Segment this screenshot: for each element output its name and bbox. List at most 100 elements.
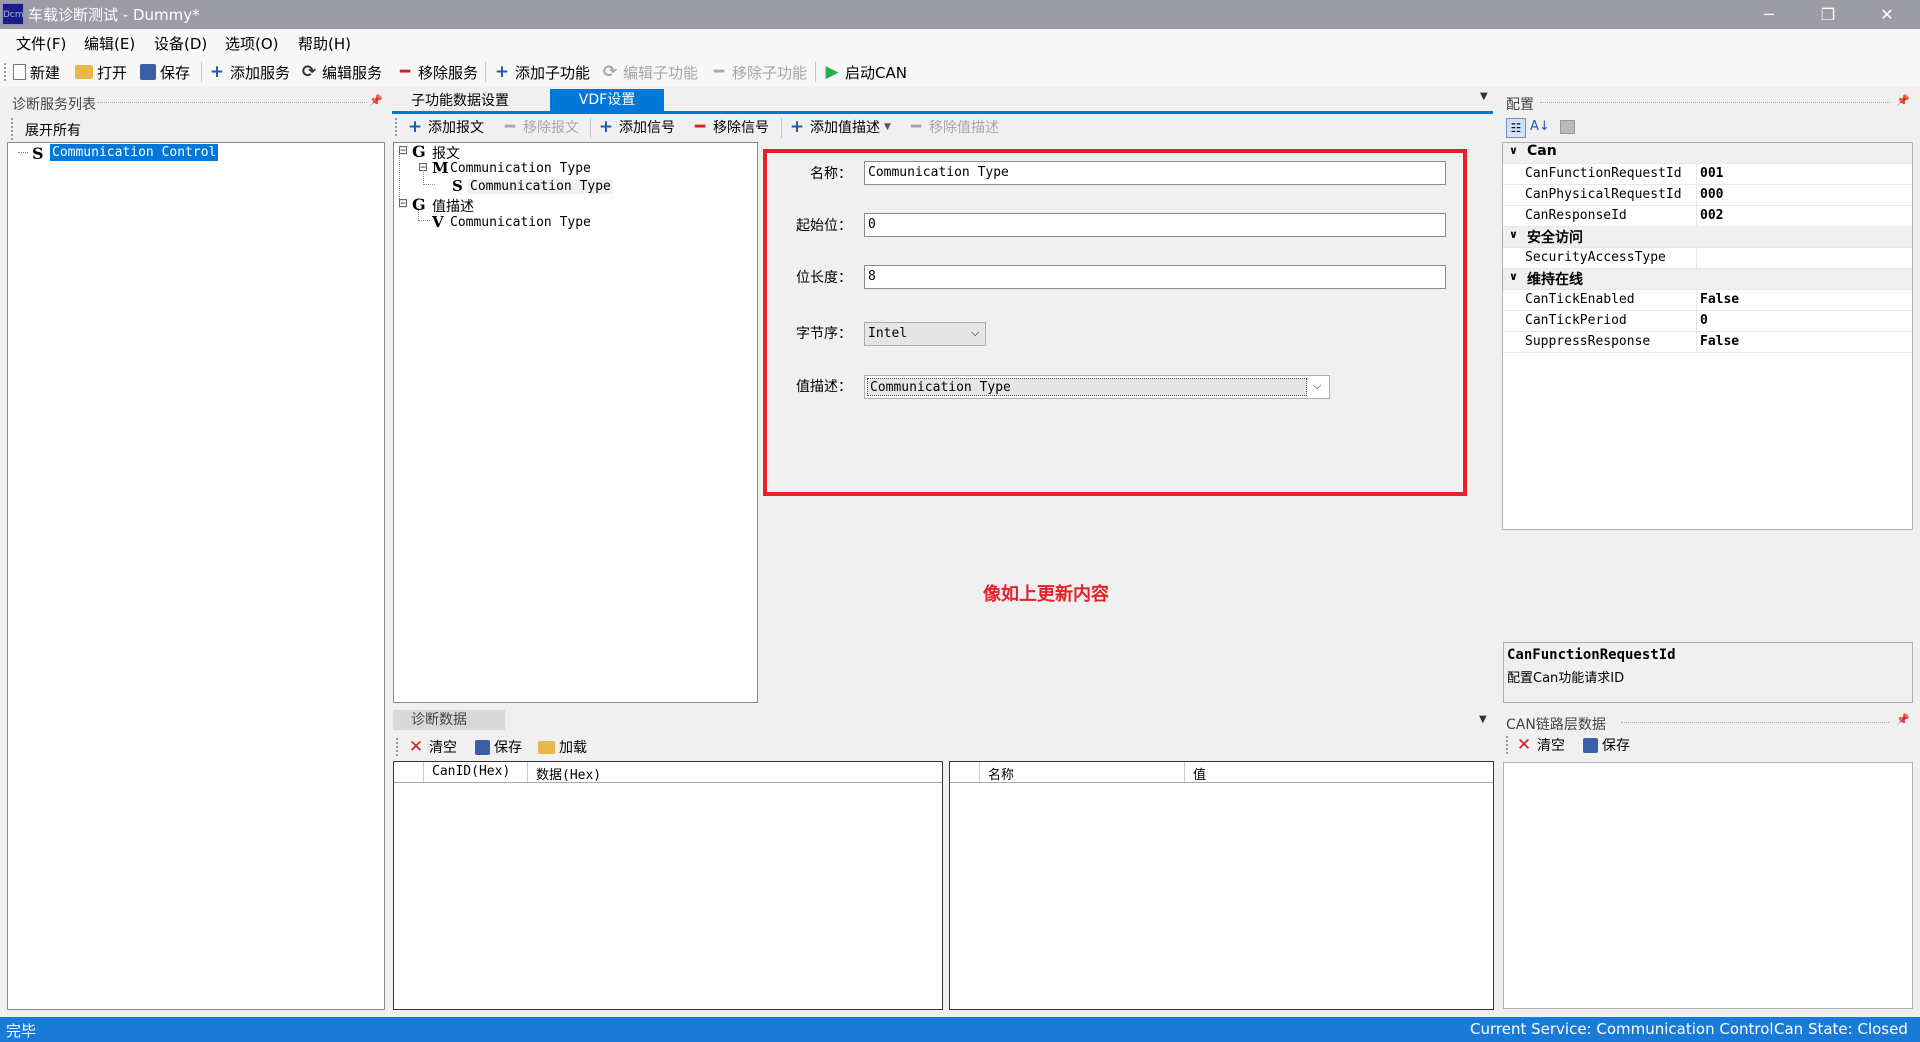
diag-raw-table[interactable]: CanID(Hex) 数据(Hex) xyxy=(393,761,943,1010)
folder-icon xyxy=(75,65,93,79)
collapse-icon[interactable]: ⊟ xyxy=(398,143,408,157)
column-data[interactable]: 数据(Hex) xyxy=(528,762,601,783)
tab-strip: 子功能数据设置 VDF设置 ▼ xyxy=(392,89,1493,111)
property-row[interactable]: SecurityAccessType xyxy=(1503,248,1912,269)
table-header: 名称 值 xyxy=(950,762,1493,783)
config-title: 配置 xyxy=(1506,97,1534,113)
add-subfunction-button[interactable]: + 添加子功能 xyxy=(493,60,590,84)
open-button[interactable]: 打开 xyxy=(75,60,127,84)
save-disk-icon xyxy=(1583,737,1598,753)
byte-order-label: 字节序： xyxy=(796,326,852,342)
remove-service-button[interactable]: ━ 移除服务 xyxy=(396,60,478,84)
add-message-button[interactable]: + 添加报文 xyxy=(406,115,484,139)
value-desc-select[interactable]: Communication Type ⌵ xyxy=(864,375,1330,399)
pin-icon[interactable]: 📌 xyxy=(1896,94,1910,107)
minus-icon: ━ xyxy=(694,117,706,137)
property-row[interactable]: CanPhysicalRequestId 000 xyxy=(1503,185,1912,206)
group-glyph: G xyxy=(412,142,426,161)
column-name[interactable]: 名称 xyxy=(980,762,1185,783)
column-value[interactable]: 值 xyxy=(1185,762,1206,783)
collapse-icon[interactable]: ⊟ xyxy=(398,196,408,210)
remove-message-button[interactable]: ━ 移除报文 xyxy=(501,115,579,139)
property-row[interactable]: CanTickPeriod 0 xyxy=(1503,311,1912,332)
add-service-button[interactable]: + 添加服务 xyxy=(208,60,290,84)
dropdown-icon[interactable]: ▼ xyxy=(1479,714,1487,725)
minimize-button[interactable]: ─ xyxy=(1741,0,1797,29)
property-group-can: ∨ Can CanFunctionRequestId 001 CanPhysical… xyxy=(1503,143,1912,353)
byte-order-select[interactable]: Intel ⌵ xyxy=(864,322,986,346)
toolbar-separator xyxy=(815,62,816,82)
close-button[interactable]: ✕ xyxy=(1859,0,1915,29)
property-row[interactable]: CanTickEnabled False xyxy=(1503,290,1912,311)
header-dots xyxy=(1621,722,1889,723)
property-row[interactable]: SuppressResponse False xyxy=(1503,332,1912,353)
tab-dropdown-icon[interactable]: ▼ xyxy=(1480,91,1488,102)
name-field[interactable]: Communication Type xyxy=(864,161,1446,185)
edit-subfunction-button[interactable]: ⟳ 编辑子功能 xyxy=(601,60,698,84)
expand-all-button[interactable]: 展开所有 xyxy=(25,120,81,140)
pin-icon[interactable]: 📌 xyxy=(1896,713,1910,726)
toolbar-grip xyxy=(396,738,398,756)
remove-value-desc-button[interactable]: ━ 移除值描述 xyxy=(907,115,999,139)
menu-bar: 文件(F) 编辑(E) 设备(D) 选项(O) 帮助(H) xyxy=(0,29,1920,57)
value-desc-value: Communication Type xyxy=(867,378,1307,396)
bit-length-field[interactable]: 8 xyxy=(864,265,1446,289)
tree-label: Communication Type xyxy=(450,161,591,176)
current-service-status: Current Service: Communication Control xyxy=(1470,1020,1774,1038)
save-button[interactable]: 保存 xyxy=(140,60,190,84)
chevron-down-icon: ∨ xyxy=(1509,270,1518,283)
menu-file[interactable]: 文件(F) xyxy=(16,33,66,54)
toolbar-separator xyxy=(781,118,782,138)
can-save-button[interactable]: 保存 xyxy=(1583,733,1630,757)
can-title: CAN链路层数据 xyxy=(1506,717,1606,733)
clear-x-icon: ✕ xyxy=(1516,735,1532,755)
tree-label: Communication Type xyxy=(468,179,613,194)
diag-load-button[interactable]: 加载 xyxy=(538,735,587,759)
group-header[interactable]: ∨ 维持在线 xyxy=(1503,269,1912,290)
menu-edit[interactable]: 编辑(E) xyxy=(84,33,135,54)
new-button[interactable]: 新建 xyxy=(13,60,60,84)
menu-device[interactable]: 设备(D) xyxy=(154,33,207,54)
can-clear-button[interactable]: ✕ 清空 xyxy=(1515,733,1565,757)
row-header-cell xyxy=(394,762,424,782)
byte-order-value: Intel xyxy=(868,326,908,341)
column-canid[interactable]: CanID(Hex) xyxy=(424,762,528,782)
pin-icon[interactable]: 📌 xyxy=(369,94,383,107)
edit-service-button[interactable]: ⟳ 编辑服务 xyxy=(300,60,382,84)
start-can-button[interactable]: ▶ 启动CAN xyxy=(823,60,907,84)
tab-subfunction-data[interactable]: 子功能数据设置 xyxy=(411,90,509,110)
start-bit-field[interactable]: 0 xyxy=(864,213,1446,237)
sort-alpha-icon[interactable]: A↓ xyxy=(1530,119,1550,134)
service-item-communication-control[interactable]: Communication Control xyxy=(50,144,219,161)
menu-options[interactable]: 选项(O) xyxy=(225,33,279,54)
diag-title: 诊断数据 xyxy=(393,710,505,730)
categorized-icon[interactable]: ☷ xyxy=(1506,118,1526,138)
service-tree[interactable]: S Communication Control xyxy=(7,142,385,1010)
diag-clear-button[interactable]: ✕ 清空 xyxy=(407,735,457,759)
toolbar-grip xyxy=(395,118,397,136)
add-value-desc-button[interactable]: + 添加值描述 ▼ xyxy=(788,115,891,139)
tab-vdf[interactable]: VDF设置 xyxy=(550,89,664,111)
vdf-toolbar: + 添加报文 ━ 移除报文 + 添加信号 ━ 移除信号 + 添加值描述 ▼ ━ 移除值描述 xyxy=(392,114,1493,140)
remove-subfunction-button[interactable]: ━ 移除子功能 xyxy=(710,60,807,84)
property-row[interactable]: CanFunctionRequestId 001 xyxy=(1503,164,1912,185)
diag-save-button[interactable]: 保存 xyxy=(475,735,522,759)
status-text: 完毕 xyxy=(6,1022,37,1040)
add-signal-button[interactable]: + 添加信号 xyxy=(597,115,675,139)
remove-signal-button[interactable]: ━ 移除信号 xyxy=(691,115,769,139)
property-row[interactable]: CanResponseId 002 xyxy=(1503,206,1912,227)
property-grid[interactable]: ∨ Can CanFunctionRequestId 001 CanPhysical… xyxy=(1502,142,1913,530)
plus-icon: + xyxy=(494,62,510,82)
diag-parsed-table[interactable]: 名称 值 xyxy=(949,761,1494,1010)
property-pages-icon[interactable] xyxy=(1560,120,1575,134)
chevron-down-icon: ∨ xyxy=(1509,228,1518,241)
can-data-area[interactable] xyxy=(1503,762,1913,1009)
maximize-button[interactable]: ❐ xyxy=(1800,0,1856,29)
app-icon[interactable]: Dcm xyxy=(2,3,24,25)
vdf-tree[interactable]: ⊟ G 报文 ⊟ M Communication Type S Communic… xyxy=(393,142,758,703)
group-header[interactable]: ∨ 安全访问 xyxy=(1503,227,1912,248)
menu-help[interactable]: 帮助(H) xyxy=(298,33,351,54)
diag-header: 诊断数据 ▼ xyxy=(393,710,1493,732)
plus-icon: + xyxy=(209,62,225,82)
group-header[interactable]: ∨ Can xyxy=(1503,143,1912,164)
